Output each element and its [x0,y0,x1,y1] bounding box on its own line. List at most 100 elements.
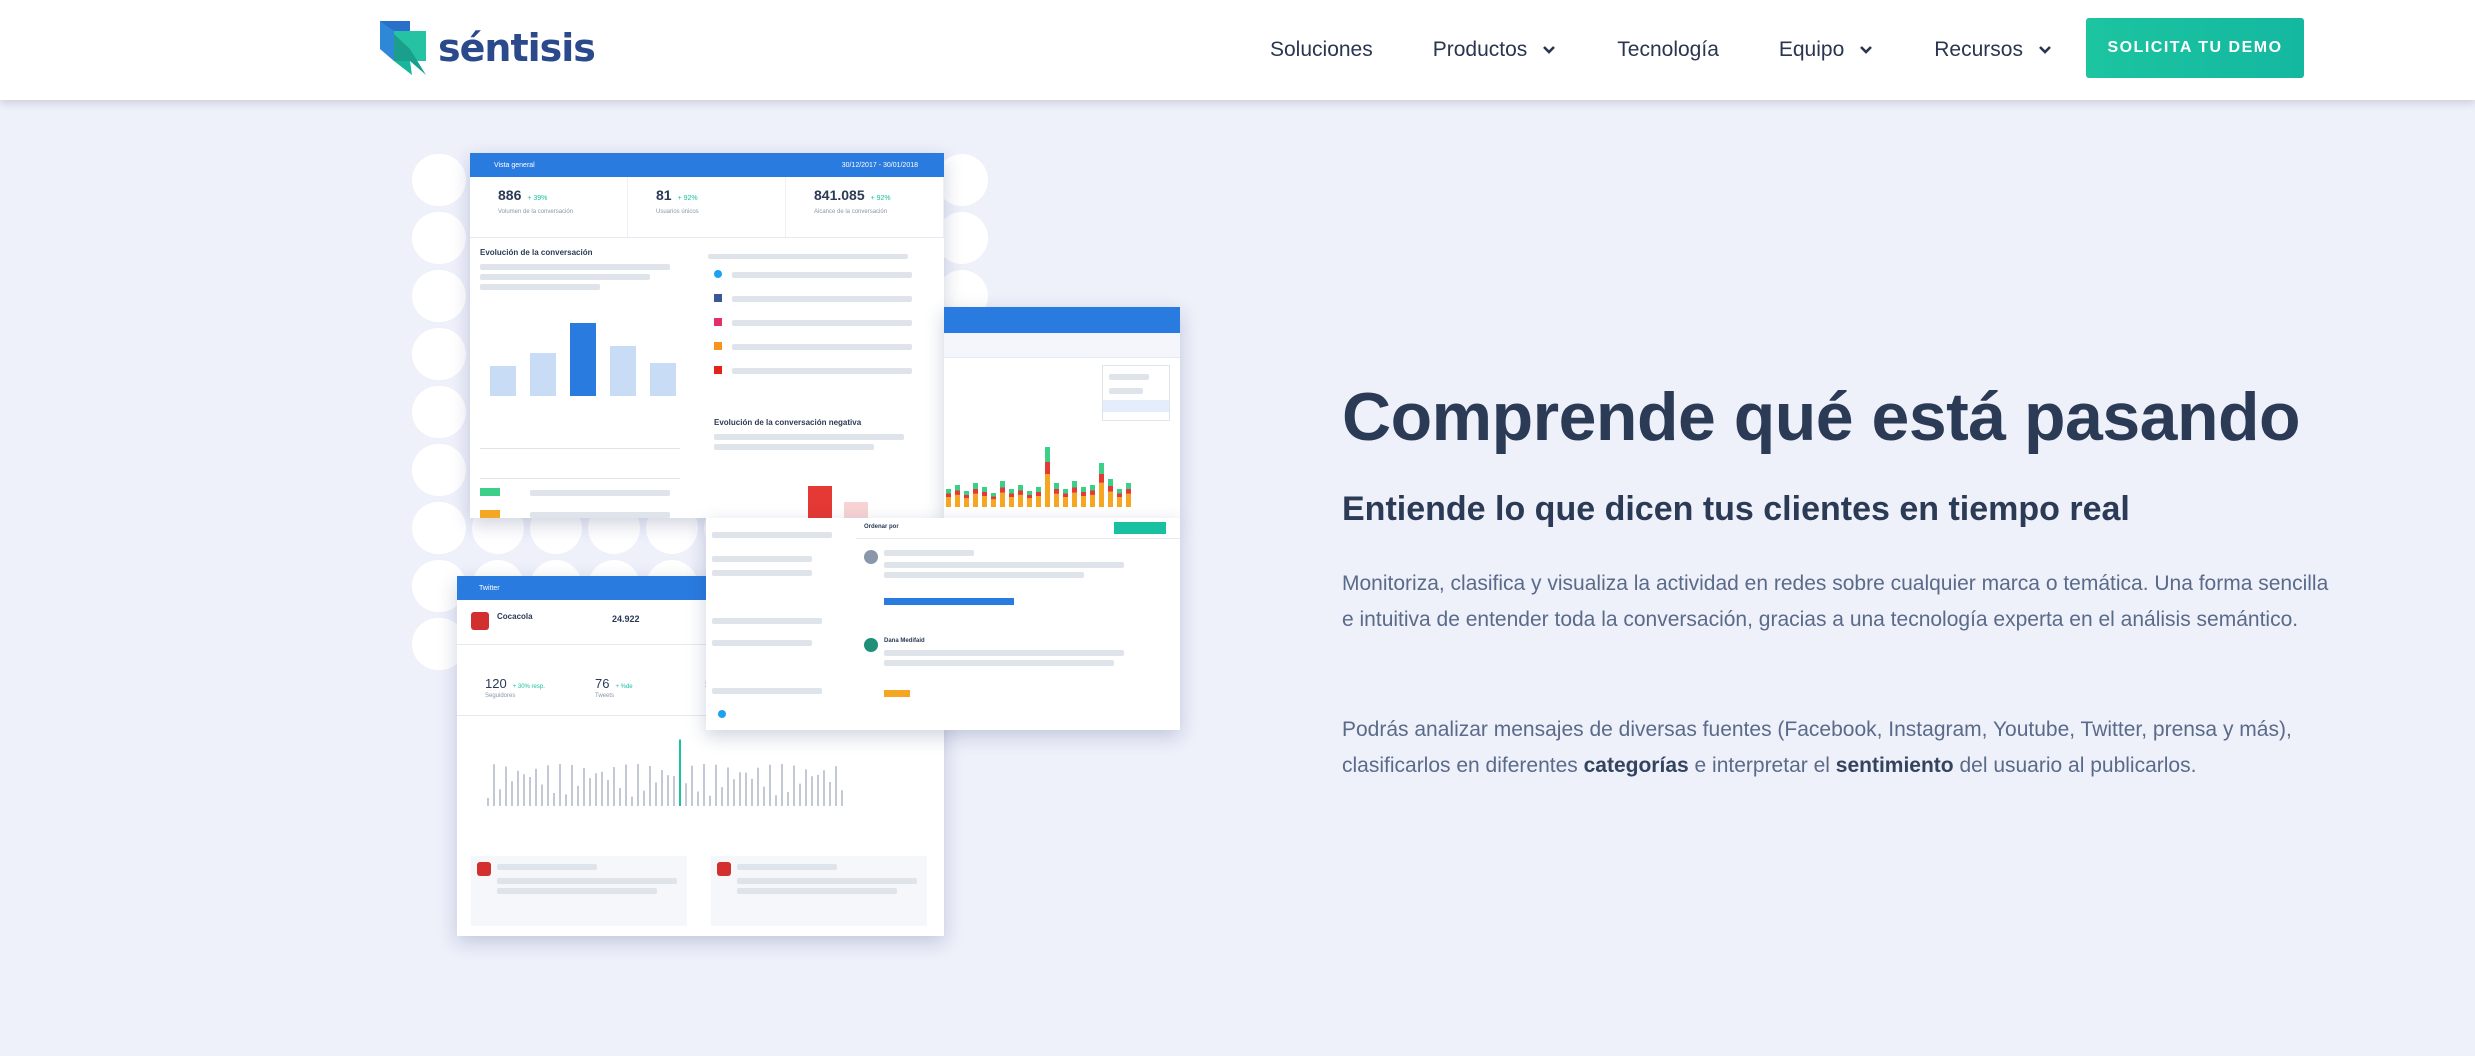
stacked-bar-segment [1009,497,1014,507]
stat-change: + 92% [677,195,698,202]
stacked-bar-segment [1009,493,1014,498]
stacked-bar-segment [1000,481,1005,488]
stacked-bar-segment [1072,492,1077,507]
activity-bar [679,739,681,806]
background-dot [412,502,464,554]
stacked-bar-segment [991,499,996,507]
activity-bar [805,769,807,806]
activity-bar [493,764,495,806]
stacked-bar-segment [1117,489,1122,494]
stacked-bar-segment [1108,486,1113,492]
stat-label: Volumen de la conversación [498,209,574,215]
stacked-bar-segment [1099,474,1104,483]
stacked-bar-segment [946,497,951,507]
stacked-bar-segment [973,493,978,507]
overview-label: Vista general [494,161,535,169]
nav-item-productos[interactable]: Productos [1433,38,1558,62]
activity-bar [529,776,531,806]
nav-item-soluciones[interactable]: Soluciones [1270,38,1373,62]
mentions-feed-screenshot: Ordenar por Dana Medifaid [706,518,1180,730]
stacked-bar-segment [1117,493,1122,498]
overview-date-range: 30/12/2017 - 30/01/2018 [841,161,918,169]
twitter-activity-chart [487,739,843,806]
activity-bar [523,774,525,806]
stacked-bar-segment [1027,491,1032,495]
nav-item-recursos[interactable]: Recursos [1934,38,2053,62]
stacked-bar-segment [1036,492,1041,496]
nav-item-tecnologa[interactable]: Tecnología [1617,38,1719,62]
stacked-bar-segment [1099,482,1104,507]
stacked-bar-segment [1045,447,1050,462]
activity-bar [727,767,729,806]
conversation-chart-title: Evolución de la conversación [480,248,593,257]
metric-label: Seguidores [485,693,516,699]
stacked-bar-segment [1081,487,1086,492]
main-nav: Soluciones Productos Tecnología Equipo Recur… [1270,0,2113,100]
stacked-bar-segment [1027,495,1032,499]
twitter-metric: 76 + %de Tweets [595,675,633,699]
brand-logo[interactable]: séntisis [380,20,596,76]
activity-bar [817,774,819,806]
metric-value: 76 [595,676,610,691]
activity-bar [505,766,507,806]
site-header: séntisis Soluciones Productos Tecnología Eq… [0,0,2475,100]
stacked-bar-segment [964,495,969,499]
dashboard-overview-screenshot: Vista general 30/12/2017 - 30/01/2018 88… [470,153,944,518]
stacked-bar-segment [1036,496,1041,507]
stat-value: 81 [656,187,672,203]
stacked-bar-segment [1090,490,1095,495]
activity-bar [643,790,645,806]
stacked-bar-segment [1045,462,1050,474]
stat-value: 886 [498,187,522,203]
activity-bar [577,785,579,806]
stacked-bar-segment [1009,489,1014,494]
activity-bar [691,765,693,806]
mention-author: Dana Medifaid [884,638,925,644]
activity-bar [487,798,489,806]
stacked-bar-segment [1126,493,1131,507]
nav-item-equipo[interactable]: Equipo [1779,38,1874,62]
nav-item-label: Tecnología [1617,38,1719,61]
activity-bar [547,765,549,806]
activity-bar [589,778,591,806]
activity-bar [517,770,519,806]
activity-bar [835,766,837,806]
activity-bar [751,778,753,806]
chevron-down-icon [2039,46,2051,54]
background-dot [412,386,464,438]
stacked-bar-chart [946,447,1131,507]
metric-value: 120 [485,676,507,691]
mentions-sort-label: Ordenar por [864,524,899,530]
activity-bar [757,767,759,806]
activity-bar [823,770,825,806]
negative-chart-title: Evolución de la conversación negativa [714,418,862,427]
nav-item-label: Soluciones [1270,38,1373,61]
stacked-bar-segment [1054,493,1059,507]
overview-stats-row: 886 + 39% Volumen de la conversación 81 + 92… [470,177,944,238]
paragraph-2-bold-sentimiento: sentimiento [1835,754,1954,777]
stacked-bar-segment [1090,485,1095,491]
activity-bar [715,764,717,806]
stacked-bar-segment [955,485,960,491]
activity-bar [535,768,537,806]
stacked-bar-segment [946,493,951,498]
stacked-bar-segment [946,489,951,494]
activity-bar [631,796,633,806]
stacked-bar-segment [1090,494,1095,507]
stacked-bar-segment [1072,487,1077,493]
stacked-bar-segment [991,493,996,497]
activity-bar [595,773,597,806]
activity-bar [655,782,657,806]
stacked-bar-segment [982,496,987,507]
activity-bar [649,766,651,806]
request-demo-button[interactable]: SOLICITA TU DEMO [2086,18,2304,78]
stacked-bar-segment [1126,483,1131,489]
stacked-bar-segment [982,492,987,496]
stacked-bar-segment [1081,492,1086,496]
activity-bar [583,768,585,806]
activity-bar [793,765,795,806]
stacked-bar-segment [1063,497,1068,507]
activity-bar [625,764,627,806]
stacked-bar-segment [973,483,978,489]
activity-bar [763,786,765,806]
